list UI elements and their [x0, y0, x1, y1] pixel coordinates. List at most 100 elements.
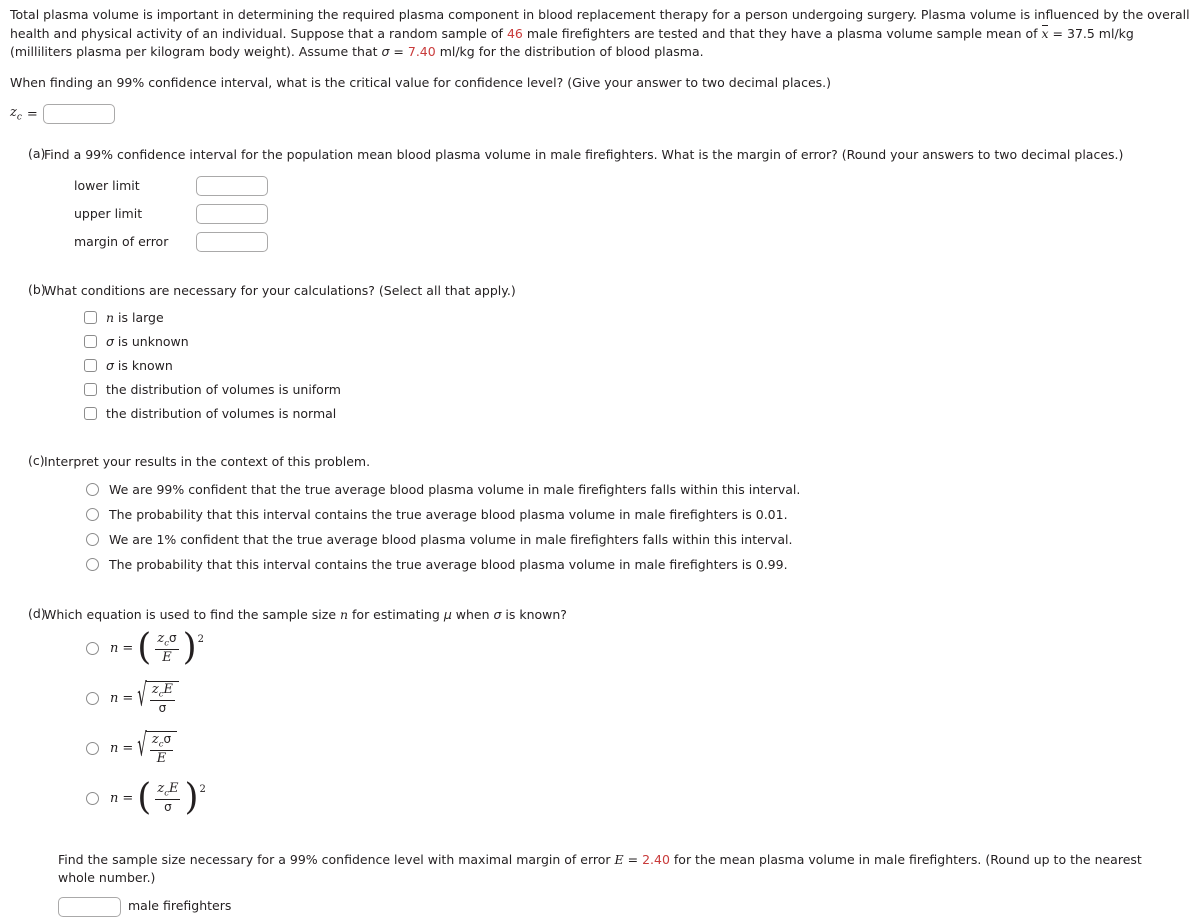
option-symbol: σ [106, 357, 114, 373]
part-b: (b) What conditions are necessary for yo… [10, 282, 1190, 426]
eq2-numerator: zcE [149, 681, 175, 702]
eq4-denominator: σ [162, 800, 174, 815]
upper-limit-label: upper limit [74, 206, 143, 222]
option-text: is known [113, 357, 173, 373]
option-symbol: σ [106, 333, 114, 349]
radio-icon[interactable] [86, 741, 99, 755]
E-value: 2.40 [642, 852, 670, 868]
critical-value-input[interactable] [42, 104, 115, 125]
x-bar-symbol: x [1041, 24, 1049, 41]
eq3-fraction: zcσ E [146, 731, 177, 766]
eq2-fraction: zcE σ [146, 681, 179, 716]
eq4-equals: = [122, 790, 134, 806]
radio-icon[interactable] [86, 557, 99, 571]
equation-option-1[interactable]: n = zcσ E 2 [44, 623, 1190, 673]
radio-label: The probability that this interval conta… [109, 506, 788, 522]
footer-text-2: = [623, 852, 643, 868]
lower-limit-input[interactable] [196, 175, 268, 196]
radio-option-confident-99[interactable]: We are 99% confident that the true avera… [44, 477, 1190, 502]
eq4-n: n [110, 790, 119, 806]
part-d-title-pre: Which equation is used to find the sampl… [44, 606, 340, 622]
sigma-symbol: σ [158, 701, 167, 716]
eq2-denominator: σ [157, 701, 169, 716]
zc-label: zc [10, 105, 22, 123]
radio-option-probability-099[interactable]: The probability that this interval conta… [44, 552, 1190, 577]
radio-label: We are 1% confident that the true averag… [109, 531, 793, 547]
lower-limit-label: lower limit [74, 178, 140, 194]
part-c-title: Interpret your results in the context of… [44, 454, 371, 470]
eq2-n: n [110, 690, 119, 706]
option-text: is large [114, 309, 164, 325]
part-d-title-end: is known? [501, 606, 567, 622]
checkbox-option-n-is-large[interactable]: n is large [44, 305, 1190, 329]
margin-of-error-input[interactable] [196, 231, 268, 252]
equation-option-3[interactable]: n = √ zcσ E [44, 723, 1190, 773]
checkbox-option-sigma-known[interactable]: σ is known [44, 353, 1190, 377]
eq1-fraction: zcσ E [151, 630, 182, 666]
part-a-letter: (a) [28, 146, 46, 162]
sample-size-text: Find the sample size necessary for a 99%… [58, 851, 1150, 887]
zc-symbol: zc [151, 681, 164, 700]
upper-limit-input[interactable] [196, 203, 268, 224]
sigma-value: 7.40 [407, 43, 436, 59]
checkbox-icon[interactable] [84, 406, 97, 420]
part-c: (c) Interpret your results in the contex… [10, 453, 1190, 577]
checkbox-option-uniform[interactable]: the distribution of volumes is uniform [44, 377, 1190, 401]
checkbox-icon[interactable] [84, 358, 97, 372]
sigma-symbol: σ [163, 731, 172, 746]
upper-limit-row: upper limit [44, 200, 1190, 228]
zc-letter: z [10, 105, 17, 121]
part-d-title: Which equation is used to find the sampl… [44, 606, 1190, 624]
checkbox-label: n is large [106, 310, 164, 325]
part-b-title: What conditions are necessary for your c… [44, 282, 516, 298]
eq4-numerator: zcE [155, 780, 181, 801]
margin-of-error-label: margin of error [74, 234, 169, 250]
variable-mu: μ [443, 606, 452, 622]
equation-3: n = √ zcσ E [110, 729, 178, 766]
radio-option-confident-1[interactable]: We are 1% confident that the true averag… [44, 527, 1190, 552]
radio-label: We are 99% confident that the true avera… [109, 481, 801, 497]
radio-icon[interactable] [86, 791, 99, 805]
part-d-title-post: when [451, 606, 494, 622]
part-d-options: n = zcσ E 2 n [44, 623, 1190, 823]
radio-icon[interactable] [86, 691, 99, 705]
equation-4: n = zcE σ 2 [110, 780, 206, 815]
sigma-symbol: σ [164, 800, 172, 815]
checkbox-icon[interactable] [84, 382, 97, 396]
eq1-exponent: 2 [197, 633, 204, 645]
part-c-letter: (c) [28, 453, 45, 469]
radio-option-probability-001[interactable]: The probability that this interval conta… [44, 502, 1190, 527]
eq3-equals: = [122, 740, 134, 756]
eq4-parenthesis-group: zcE σ [137, 780, 198, 815]
checkbox-label: σ is unknown [106, 334, 189, 349]
checkbox-label: the distribution of volumes is normal [106, 405, 337, 421]
footer-text-1: Find the sample size necessary for a 99%… [58, 852, 615, 868]
radio-icon[interactable] [86, 532, 99, 546]
zc-subscript: c [16, 113, 22, 124]
checkbox-option-sigma-unknown[interactable]: σ is unknown [44, 329, 1190, 353]
option-text: is unknown [113, 333, 189, 349]
zc-symbol: zc [151, 731, 164, 750]
sample-size-question: Find the sample size necessary for a 99%… [10, 851, 1150, 917]
worksheet-page: Total plasma volume is important in dete… [0, 0, 1200, 917]
checkbox-option-normal[interactable]: the distribution of volumes is normal [44, 401, 1190, 425]
radio-icon[interactable] [86, 482, 99, 496]
radio-icon[interactable] [86, 507, 99, 521]
variable-n: n [339, 606, 349, 622]
radio-icon[interactable] [86, 641, 99, 655]
critical-value-question: When finding an 99% confidence interval,… [10, 75, 832, 91]
eq3-numerator: zcσ [149, 731, 174, 752]
checkbox-icon[interactable] [84, 334, 97, 348]
equation-option-4[interactable]: n = zcE σ 2 [44, 773, 1190, 823]
equation-1: n = zcσ E 2 [110, 630, 204, 666]
sample-size-input[interactable] [58, 896, 121, 917]
eq1-equals: = [122, 640, 134, 656]
sample-size-value: 46 [506, 25, 523, 41]
checkbox-icon[interactable] [84, 310, 97, 324]
margin-of-error-row: margin of error [44, 228, 1190, 256]
eq2-radicand: zcE σ [145, 680, 179, 716]
equation-option-2[interactable]: n = √ zcE σ [44, 673, 1190, 723]
zc-symbol: zc [157, 630, 169, 649]
eq1-denominator: E [162, 650, 172, 666]
zc-symbol: zc [157, 780, 169, 799]
